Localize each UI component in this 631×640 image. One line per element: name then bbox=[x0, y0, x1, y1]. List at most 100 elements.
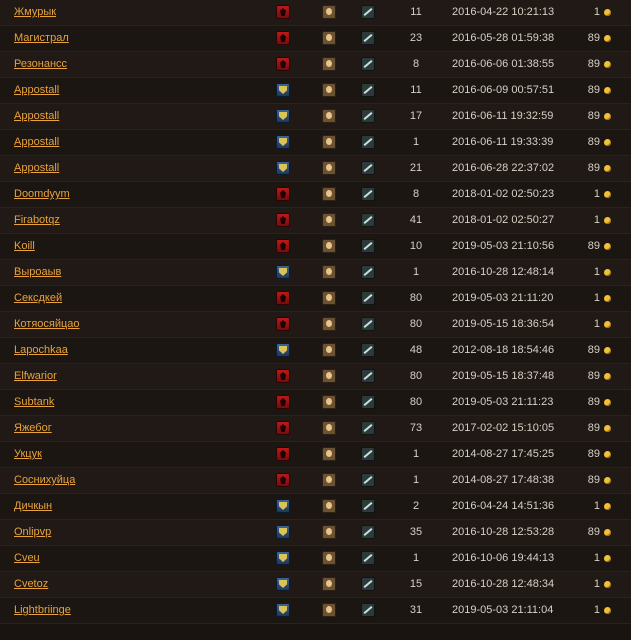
date-value: 2016-10-06 19:44:13 bbox=[452, 552, 555, 564]
class-icon bbox=[361, 525, 375, 539]
cost-value: 1 bbox=[594, 598, 611, 623]
level-value: 73 bbox=[409, 422, 423, 434]
character-name-link[interactable]: Lapochkaa bbox=[14, 344, 68, 356]
character-name-link[interactable]: Магистрал bbox=[14, 32, 69, 44]
date-value: 2018-01-02 02:50:27 bbox=[452, 214, 555, 226]
character-name-cell: Firabotqz bbox=[14, 208, 60, 233]
coin-icon bbox=[604, 268, 611, 276]
race-icon bbox=[322, 343, 336, 357]
coin-icon bbox=[604, 346, 611, 354]
class-icon bbox=[361, 109, 375, 123]
cost-amount: 1 bbox=[593, 214, 600, 226]
cost-value: 89 bbox=[588, 338, 611, 363]
character-name-cell: Соснихуйца bbox=[14, 468, 75, 493]
race-icon bbox=[322, 187, 336, 201]
race-icon bbox=[322, 369, 336, 383]
table-row: Subtank 80 2019-05-03 21:11:23 89 bbox=[0, 390, 631, 416]
character-name-link[interactable]: Lightbriinge bbox=[14, 604, 71, 616]
level-value: 80 bbox=[409, 370, 423, 382]
date-value: 2019-05-03 21:11:20 bbox=[452, 292, 554, 304]
class-icon bbox=[361, 317, 375, 331]
character-name-link[interactable]: Яжебог bbox=[14, 422, 52, 434]
class-icon bbox=[361, 57, 375, 71]
cost-value: 89 bbox=[588, 234, 611, 259]
character-name-cell: Koill bbox=[14, 234, 35, 259]
alliance-faction-icon bbox=[276, 161, 290, 175]
character-name-link[interactable]: Сексдкей bbox=[14, 292, 62, 304]
character-name-link[interactable]: Жмурык bbox=[14, 6, 56, 18]
cost-value: 89 bbox=[588, 78, 611, 103]
race-icon bbox=[322, 265, 336, 279]
date-value: 2016-04-24 14:51:36 bbox=[452, 500, 555, 512]
table-row: Onlipvp 35 2016-10-28 12:53:28 89 bbox=[0, 520, 631, 546]
level-value: 80 bbox=[409, 396, 423, 408]
class-icon bbox=[361, 551, 375, 565]
alliance-faction-icon bbox=[276, 525, 290, 539]
character-name-link[interactable]: Дичкын bbox=[14, 500, 52, 512]
date-value: 2019-05-03 21:10:56 bbox=[452, 240, 555, 252]
character-name-link[interactable]: Appostall bbox=[14, 162, 59, 174]
cost-value: 1 bbox=[594, 0, 611, 25]
table-row: Appostall 17 2016-06-11 19:32:59 89 bbox=[0, 104, 631, 130]
character-name-link[interactable]: Котяосяйцао bbox=[14, 318, 80, 330]
character-name-link[interactable]: Onlipvp bbox=[14, 526, 51, 538]
character-name-link[interactable]: Elfwarior bbox=[14, 370, 57, 382]
horde-faction-icon bbox=[276, 395, 290, 409]
coin-icon bbox=[604, 372, 611, 380]
date-value: 2016-06-28 22:37:02 bbox=[452, 162, 555, 174]
horde-faction-icon bbox=[276, 291, 290, 305]
cost-value: 89 bbox=[588, 390, 611, 415]
character-name-link[interactable]: Appostall bbox=[14, 84, 59, 96]
horde-faction-icon bbox=[276, 5, 290, 19]
race-icon bbox=[322, 57, 336, 71]
character-name-link[interactable]: Firabotqz bbox=[14, 214, 60, 226]
horde-faction-icon bbox=[276, 31, 290, 45]
character-name-link[interactable]: Subtank bbox=[14, 396, 54, 408]
date-value: 2014-08-27 17:48:38 bbox=[452, 474, 555, 486]
date-value: 2019-05-03 21:11:04 bbox=[452, 604, 554, 616]
coin-icon bbox=[604, 8, 611, 16]
coin-icon bbox=[604, 476, 611, 484]
character-name-link[interactable]: Укцук bbox=[14, 448, 42, 460]
class-icon bbox=[361, 31, 375, 45]
cost-value: 1 bbox=[594, 182, 611, 207]
level-value: 35 bbox=[409, 526, 423, 538]
character-name-link[interactable]: Выроаыв bbox=[14, 266, 61, 278]
race-icon bbox=[322, 421, 336, 435]
date-value: 2019-05-15 18:37:48 bbox=[452, 370, 555, 382]
character-name-link[interactable]: Doomdyym bbox=[14, 188, 70, 200]
coin-icon bbox=[604, 190, 611, 198]
cost-amount: 89 bbox=[587, 58, 600, 70]
class-icon bbox=[361, 161, 375, 175]
cost-value: 1 bbox=[594, 208, 611, 233]
character-name-cell: Выроаыв bbox=[14, 260, 61, 285]
character-name-cell: Lapochkaa bbox=[14, 338, 68, 363]
coin-icon bbox=[604, 450, 611, 458]
character-name-link[interactable]: Резонансс bbox=[14, 58, 67, 70]
character-name-cell: Сексдкей bbox=[14, 286, 62, 311]
cost-amount: 89 bbox=[587, 422, 600, 434]
character-name-link[interactable]: Appostall bbox=[14, 136, 59, 148]
class-icon bbox=[361, 5, 375, 19]
table-row: Яжебог 73 2017-02-02 15:10:05 89 bbox=[0, 416, 631, 442]
table-row: Elfwarior 80 2019-05-15 18:37:48 89 bbox=[0, 364, 631, 390]
level-value: 80 bbox=[409, 318, 423, 330]
class-icon bbox=[361, 343, 375, 357]
race-icon bbox=[322, 135, 336, 149]
race-icon bbox=[322, 83, 336, 97]
alliance-faction-icon bbox=[276, 551, 290, 565]
character-name-link[interactable]: Cveu bbox=[14, 552, 40, 564]
cost-value: 89 bbox=[588, 364, 611, 389]
character-name-cell: Cvetoz bbox=[14, 572, 48, 597]
character-name-link[interactable]: Appostall bbox=[14, 110, 59, 122]
character-name-cell: Дичкын bbox=[14, 494, 52, 519]
coin-icon bbox=[604, 528, 611, 536]
table-row: Магистрал 23 2016-05-28 01:59:38 89 bbox=[0, 26, 631, 52]
character-name-link[interactable]: Соснихуйца bbox=[14, 474, 75, 486]
character-name-link[interactable]: Cvetoz bbox=[14, 578, 48, 590]
coin-icon bbox=[604, 424, 611, 432]
horde-faction-icon bbox=[276, 317, 290, 331]
horde-faction-icon bbox=[276, 239, 290, 253]
character-name-link[interactable]: Koill bbox=[14, 240, 35, 252]
class-icon bbox=[361, 187, 375, 201]
